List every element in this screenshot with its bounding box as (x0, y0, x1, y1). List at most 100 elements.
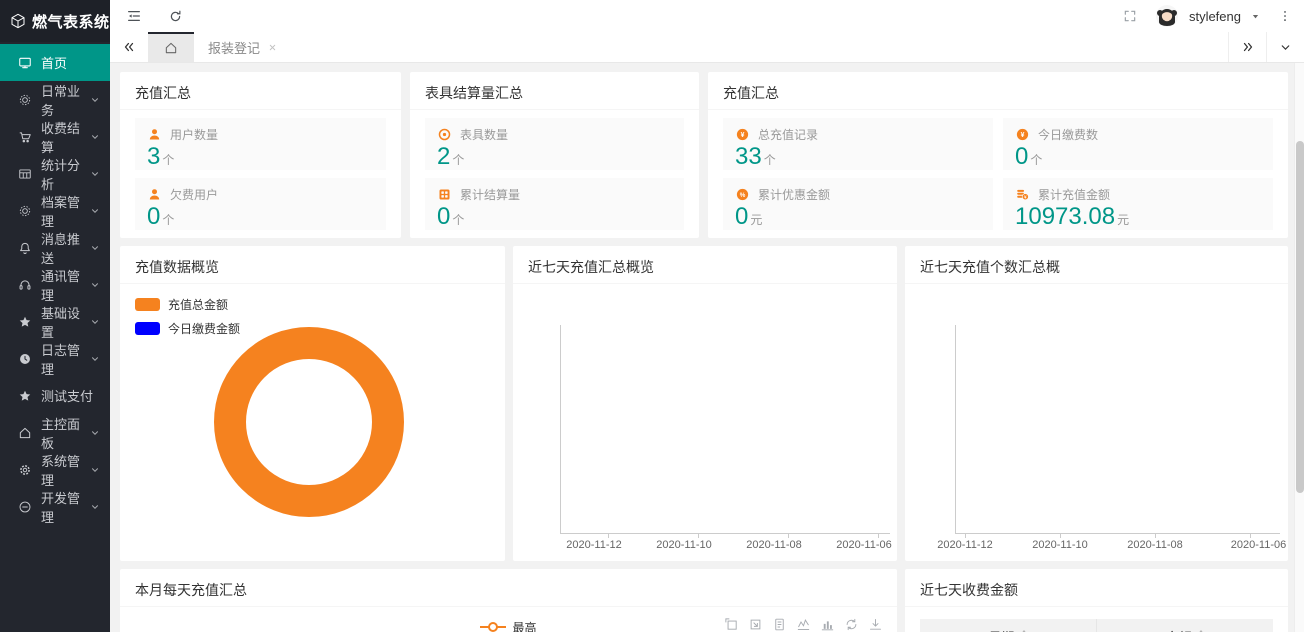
coins-stack-icon: ¥ (1015, 187, 1030, 202)
tab-baozhuang-dengji[interactable]: 报装登记 (194, 32, 291, 62)
user-dropdown-caret-icon[interactable] (1251, 12, 1260, 21)
stat-unit: 个 (162, 211, 174, 228)
refresh-icon[interactable] (168, 9, 183, 24)
stat-value: 10973.08 (1015, 204, 1115, 230)
stat-unit: 个 (1030, 151, 1042, 168)
legend-item[interactable]: 充值总金额 (135, 296, 240, 313)
restore-icon[interactable] (844, 617, 859, 632)
tabbar-spacer (291, 32, 1228, 62)
sidebar-item-label: 收费结算 (41, 118, 81, 156)
data-zoom-icon[interactable] (724, 617, 739, 632)
username[interactable]: stylefeng (1189, 9, 1241, 24)
bell-icon (18, 241, 32, 255)
sidebar-item-label: 测试支付 (41, 386, 93, 405)
card-recharge-data-overview: 充值数据概览 充值总金额 今日缴费金额 (120, 246, 505, 561)
x-tick (1250, 534, 1251, 538)
card-title: 充值汇总 (120, 72, 401, 110)
sidebar-item-message-push[interactable]: 消息推送 (0, 229, 110, 266)
x-tick (878, 534, 879, 538)
close-tab-icon[interactable] (268, 43, 277, 52)
card-weekly-recharge-count-chart: 近七天充值个数汇总概 2020-11-12 2020-11-10 2020-11… (905, 246, 1288, 561)
x-axis-label: 2020-11-10 (649, 539, 719, 551)
sidebar-item-communication[interactable]: 通讯管理 (0, 266, 110, 303)
sidebar-item-label: 基础设置 (41, 303, 81, 341)
collapse-sidebar-icon[interactable] (126, 8, 142, 24)
chevron-down-icon (90, 280, 100, 290)
chevron-down-icon (90, 132, 100, 142)
line-chart-weekly-amount: 2020-11-12 2020-11-10 2020-11-08 2020-11… (513, 284, 897, 561)
sidebar-item-basic-settings[interactable]: 基础设置 (0, 303, 110, 340)
donut-legend: 充值总金额 今日缴费金额 (135, 296, 240, 337)
svg-text:¥: ¥ (1024, 195, 1027, 200)
tabs-scroll-right-icon[interactable] (1228, 32, 1266, 62)
data-view-icon[interactable] (772, 617, 787, 632)
y-axis (955, 325, 956, 533)
stat-label: 累计结算量 (460, 186, 520, 203)
card-title: 近七天充值汇总概览 (513, 246, 897, 284)
chevron-down-icon (90, 502, 100, 512)
x-tick (1060, 534, 1061, 538)
stat-value: 0 (437, 204, 450, 230)
scrollbar-thumb[interactable] (1296, 141, 1304, 493)
stat-value: 0 (1015, 144, 1028, 170)
tabs-menu-chevron-icon[interactable] (1266, 32, 1304, 62)
stat-meter-count: 表具数量 2个 (425, 118, 684, 170)
app-logo: 燃气表系统 (0, 0, 110, 42)
more-vertical-icon[interactable] (1278, 9, 1292, 23)
sidebar-item-system[interactable]: 系统管理 (0, 451, 110, 488)
sidebar-item-label: 首页 (41, 53, 67, 72)
sidebar-item-development[interactable]: 开发管理 (0, 488, 110, 525)
sidebar-item-test-payment[interactable]: 测试支付 (0, 377, 110, 414)
donut-ring[interactable] (214, 327, 404, 517)
svg-text:¥: ¥ (741, 132, 745, 139)
stat-label: 今日缴费数 (1038, 126, 1098, 143)
x-tick (608, 534, 609, 538)
stat-label: 累计充值金额 (1038, 186, 1110, 203)
sidebar-item-daily-business[interactable]: 日常业务 (0, 81, 110, 118)
vertical-scrollbar[interactable] (1294, 63, 1304, 632)
table-header-amount[interactable]: 金额 (1097, 619, 1273, 632)
download-icon[interactable] (868, 617, 883, 632)
sidebar-item-home[interactable]: 首页 (0, 44, 110, 81)
stat-value: 2 (437, 144, 450, 170)
card-recharge-summary-2: 充值汇总 ¥ 总充值记录 33个 ¥ 今日缴费数 0个 % 累计优惠金额 0元 (708, 72, 1288, 238)
line-legend-item[interactable]: 最高 (480, 619, 536, 632)
x-axis-label: 2020-11-10 (1025, 539, 1095, 551)
sidebar-item-main-dashboard[interactable]: 主控面板 (0, 414, 110, 451)
tabs-scroll-left-icon[interactable] (110, 32, 148, 62)
x-axis-label: 2020-11-12 (930, 539, 1000, 551)
line-chart-switch-icon[interactable] (796, 617, 811, 632)
svg-text:¥: ¥ (1021, 132, 1025, 139)
table-header-date[interactable]: 日期 (920, 619, 1097, 632)
tab-home[interactable] (148, 32, 194, 62)
sidebar-item-logs[interactable]: 日志管理 (0, 340, 110, 377)
sidebar-item-statistics[interactable]: 统计分析 (0, 155, 110, 192)
log-clock-icon (18, 352, 32, 366)
stat-value: 0 (147, 204, 160, 230)
sidebar-item-label: 统计分析 (41, 155, 81, 193)
card-title: 充值数据概览 (120, 246, 505, 284)
avatar[interactable] (1155, 4, 1179, 28)
sidebar-item-label: 主控面板 (41, 414, 81, 452)
sidebar-item-fee-settlement[interactable]: 收费结算 (0, 118, 110, 155)
zoom-reset-icon[interactable] (748, 617, 763, 632)
chevron-down-icon (90, 95, 100, 105)
bar-chart-switch-icon[interactable] (820, 617, 835, 632)
stat-total-settlement: 累计结算量 0个 (425, 178, 684, 230)
sidebar-item-archives[interactable]: 档案管理 (0, 192, 110, 229)
legend-swatch-blue (135, 322, 160, 335)
user-icon (147, 127, 162, 142)
fullscreen-icon[interactable] (1123, 9, 1137, 23)
chevron-down-icon (90, 354, 100, 364)
legend-item[interactable]: 今日缴费金额 (135, 320, 240, 337)
x-axis-label: 2020-11-12 (559, 539, 629, 551)
card-title: 近七天收费金额 (905, 569, 1288, 607)
chevron-down-icon (90, 206, 100, 216)
legend-swatch-orange (135, 298, 160, 311)
legend-label: 今日缴费金额 (168, 320, 240, 337)
x-axis-label: 2020-11-08 (1120, 539, 1190, 551)
stat-label: 总充值记录 (758, 126, 818, 143)
card-title: 近七天充值个数汇总概 (905, 246, 1288, 284)
stat-label: 欠费用户 (170, 186, 218, 203)
chart-toolbox (724, 617, 883, 632)
